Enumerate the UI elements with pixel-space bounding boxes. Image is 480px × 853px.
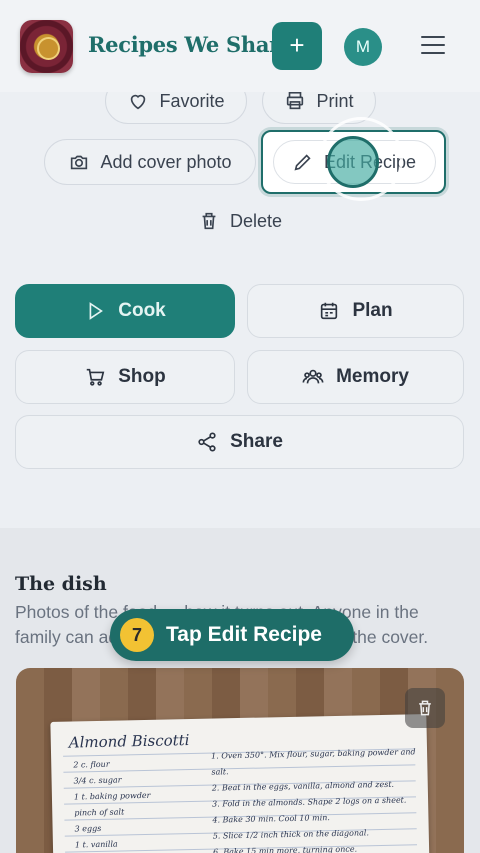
cook-button[interactable]: Cook xyxy=(15,284,235,338)
tap-indicator-dot xyxy=(327,136,379,188)
delete-photo-button[interactable] xyxy=(405,688,445,728)
shop-button[interactable]: Shop xyxy=(15,350,235,404)
plan-label: Plan xyxy=(352,300,393,321)
trash-icon xyxy=(419,700,431,716)
shop-label: Shop xyxy=(118,366,166,387)
dish-section-title: The dish xyxy=(15,573,107,595)
camera-icon xyxy=(71,155,88,170)
recipe-card-title: Almond Biscotti xyxy=(68,731,190,752)
dish-photo[interactable]: Almond Biscotti 2 c. flour 3/4 c. sugar … xyxy=(16,668,464,853)
delete-button[interactable]: Delete xyxy=(198,210,282,232)
tour-instruction: Tap Edit Recipe xyxy=(166,623,322,646)
share-button[interactable]: Share xyxy=(15,415,464,469)
recipe-card-steps: 1. Oven 350°. Mix flour, sugar, baking p… xyxy=(211,747,416,853)
print-label: Print xyxy=(316,90,354,111)
cart-icon xyxy=(87,368,105,386)
hamburger-menu-icon[interactable] xyxy=(421,36,445,56)
heart-icon xyxy=(131,94,146,110)
add-recipe-button[interactable]: + xyxy=(272,22,322,70)
trash-icon xyxy=(202,212,216,230)
add-cover-photo-button[interactable]: Add cover photo xyxy=(44,139,256,185)
user-avatar[interactable]: M xyxy=(344,28,382,66)
printer-icon xyxy=(287,91,304,110)
delete-label: Delete xyxy=(230,210,283,231)
add-cover-photo-label: Add cover photo xyxy=(100,151,232,172)
favorite-label: Favorite xyxy=(159,90,225,111)
app-header: Recipes We Share + M xyxy=(0,0,480,92)
share-label: Share xyxy=(230,431,283,452)
memory-label: Memory xyxy=(336,366,409,387)
play-icon xyxy=(89,302,104,320)
tour-step-badge: 7 xyxy=(120,618,154,652)
pencil-icon xyxy=(294,154,311,171)
app-logo[interactable] xyxy=(20,20,73,73)
app-title: Recipes We Share xyxy=(88,32,293,57)
calendar-icon xyxy=(321,302,338,320)
people-icon xyxy=(302,369,324,384)
memory-button[interactable]: Memory xyxy=(247,350,464,404)
tour-tooltip: 7 Tap Edit Recipe xyxy=(110,609,354,661)
share-icon xyxy=(198,432,216,452)
recipe-card-ingredients: 2 c. flour 3/4 c. sugar 1 t. baking powd… xyxy=(73,759,151,850)
plan-button[interactable]: Plan xyxy=(247,284,464,338)
recipe-card-image: Almond Biscotti 2 c. flour 3/4 c. sugar … xyxy=(50,714,430,853)
cook-label: Cook xyxy=(118,300,166,321)
